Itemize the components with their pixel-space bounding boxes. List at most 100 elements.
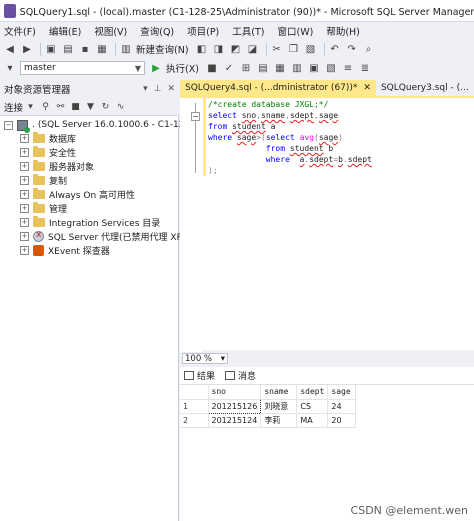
expand-icon[interactable]: + — [20, 147, 29, 157]
menu-project[interactable]: 项目(P) — [187, 24, 219, 38]
tree-item-always-on[interactable]: + Always On 高可用性 — [20, 187, 135, 201]
expand-icon[interactable]: + — [20, 161, 29, 171]
table-cell[interactable]: 201215126 — [207, 398, 262, 414]
column-header[interactable]: sno — [208, 385, 262, 400]
activity-monitor-icon[interactable]: ∿ — [115, 100, 126, 114]
database-select[interactable]: master ▼ — [20, 61, 145, 75]
results-grid-icon[interactable]: ▥ — [290, 61, 304, 75]
query-editor[interactable]: − /*create database JXGL;*/ select sno,s… — [180, 96, 474, 365]
table-cell[interactable]: MA — [296, 413, 329, 428]
table-row[interactable]: 1 201215126 刘晓意 CS 24 — [180, 398, 357, 414]
save-all-icon[interactable]: ▦ — [95, 42, 109, 56]
tab-sqlquery4[interactable]: SQLQuery4.sql - (...dministrator (67))* … — [180, 80, 376, 96]
save-icon[interactable]: ▪ — [78, 42, 92, 56]
execute-icon[interactable]: ▶ — [149, 61, 163, 75]
back-icon[interactable]: ◀ — [3, 42, 17, 56]
mdx-query-icon[interactable]: ◩ — [229, 42, 243, 56]
menu-help[interactable]: 帮助(H) — [326, 24, 360, 38]
tree-item-server-objects[interactable]: + 服务器对象 — [20, 159, 94, 173]
tab-label: SQLQuery4.sql - (...dministrator (67))* — [185, 83, 358, 93]
undo-icon[interactable]: ↶ — [328, 42, 342, 56]
menu-tools[interactable]: 工具(T) — [232, 24, 264, 38]
tab-sqlquery3[interactable]: SQLQuery3.sql - (... — [376, 80, 474, 96]
connect-button[interactable]: 连接 — [4, 100, 23, 114]
debug-icon[interactable]: ■ — [205, 61, 219, 75]
sql-columns: sdept — [289, 111, 315, 120]
table-cell[interactable]: CS — [296, 399, 329, 414]
new-query-icon[interactable]: ▥ — [119, 42, 133, 56]
tab-results[interactable]: 结果 — [184, 369, 215, 382]
find-icon[interactable]: ⌕ — [362, 42, 376, 56]
paste-icon[interactable]: ▧ — [304, 42, 318, 56]
table-cell[interactable]: 201215124 — [208, 413, 262, 428]
tree-item-databases[interactable]: + 数据库 — [20, 131, 76, 145]
xmla-query-icon[interactable]: ◪ — [246, 42, 260, 56]
uncomment-icon[interactable]: ≣ — [358, 61, 372, 75]
results-file-icon[interactable]: ▧ — [324, 61, 338, 75]
collapse-icon[interactable]: − — [191, 112, 200, 121]
stop-icon[interactable]: ■ — [70, 100, 81, 114]
disconnect-icon[interactable]: ⚯ — [55, 100, 66, 114]
chevron-down-icon: ▼ — [134, 63, 142, 73]
expand-icon[interactable]: + — [20, 231, 29, 241]
tree-item-replication[interactable]: + 复制 — [20, 173, 67, 187]
analysis-query-icon[interactable]: ◨ — [212, 42, 226, 56]
column-header[interactable]: sage — [327, 385, 357, 400]
menu-window[interactable]: 窗口(W) — [278, 24, 314, 38]
menu-file[interactable]: 文件(F) — [4, 24, 36, 38]
connect-icon[interactable]: ⚲ — [40, 100, 51, 114]
expand-icon[interactable]: + — [20, 217, 29, 227]
table-cell[interactable]: 李莉 — [260, 413, 298, 428]
menu-edit[interactable]: 编辑(E) — [49, 24, 81, 38]
tree-item-security[interactable]: + 安全性 — [20, 145, 76, 159]
collapse-icon[interactable]: − — [4, 120, 13, 130]
tree-item-xevent[interactable]: + XEvent 探查器 — [20, 243, 110, 257]
query-designer-icon[interactable]: ▤ — [256, 61, 270, 75]
chevron-down-icon[interactable]: ▾ — [25, 100, 36, 114]
filter-icon[interactable]: ▼ — [85, 100, 96, 114]
dropdown-icon[interactable]: ▾ — [143, 84, 148, 94]
results-tabs: 结果 消息 — [180, 367, 474, 385]
sql-expression: sdept — [309, 155, 334, 164]
expand-icon[interactable]: + — [20, 175, 29, 185]
tree-item-integration-services[interactable]: + Integration Services 目录 — [20, 215, 160, 229]
execute-button[interactable]: 执行(X) — [166, 61, 199, 75]
zoom-select[interactable]: 100 % ▾ — [182, 353, 228, 364]
refresh-icon[interactable]: ↻ — [100, 100, 111, 114]
close-icon[interactable]: ✕ — [167, 84, 175, 94]
cut-icon[interactable]: ✂ — [270, 42, 284, 56]
table-cell[interactable]: 20 — [327, 413, 357, 428]
sql-paren: ) — [338, 133, 343, 142]
open-file-icon[interactable]: ▤ — [61, 42, 75, 56]
row-number[interactable]: 2 — [180, 413, 209, 428]
copy-icon[interactable]: ❐ — [287, 42, 301, 56]
results-text-icon[interactable]: ▣ — [307, 61, 321, 75]
tree-server-node[interactable]: − . (SQL Server 16.0.1000.6 - C1-128- — [4, 118, 193, 133]
comment-icon[interactable]: ≡ — [341, 61, 355, 75]
column-header[interactable]: sname — [260, 385, 298, 400]
intellisense-icon[interactable]: ▦ — [273, 61, 287, 75]
display-plan-icon[interactable]: ⊞ — [239, 61, 253, 75]
tree-item-management[interactable]: + 管理 — [20, 201, 67, 215]
expand-icon[interactable]: + — [20, 203, 29, 213]
pin-icon[interactable]: ⊥ — [154, 84, 162, 94]
forward-icon[interactable]: ▶ — [20, 42, 34, 56]
db-engine-query-icon[interactable]: ◧ — [195, 42, 209, 56]
row-number[interactable]: 1 — [180, 399, 209, 414]
close-icon[interactable]: ✕ — [363, 83, 371, 93]
new-project-icon[interactable]: ▣ — [44, 42, 58, 56]
expand-icon[interactable]: + — [20, 189, 29, 199]
expand-icon[interactable]: + — [20, 245, 29, 255]
redo-icon[interactable]: ↷ — [345, 42, 359, 56]
tab-messages[interactable]: 消息 — [225, 369, 256, 382]
new-query-button[interactable]: 新建查询(N) — [136, 42, 189, 56]
expand-icon[interactable]: + — [20, 133, 29, 143]
column-header[interactable]: sdept — [296, 385, 329, 400]
parse-icon[interactable]: ✓ — [222, 61, 236, 75]
menu-view[interactable]: 视图(V) — [94, 24, 127, 38]
table-cell[interactable]: 刘晓意 — [260, 399, 298, 414]
table-row[interactable]: 2 201215124 李莉 MA 20 — [180, 413, 357, 428]
table-cell[interactable]: 24 — [327, 399, 357, 414]
menu-query[interactable]: 查询(Q) — [140, 24, 174, 38]
tree-item-sql-agent[interactable]: + SQL Server 代理(已禁用代理 XP) — [20, 229, 186, 243]
